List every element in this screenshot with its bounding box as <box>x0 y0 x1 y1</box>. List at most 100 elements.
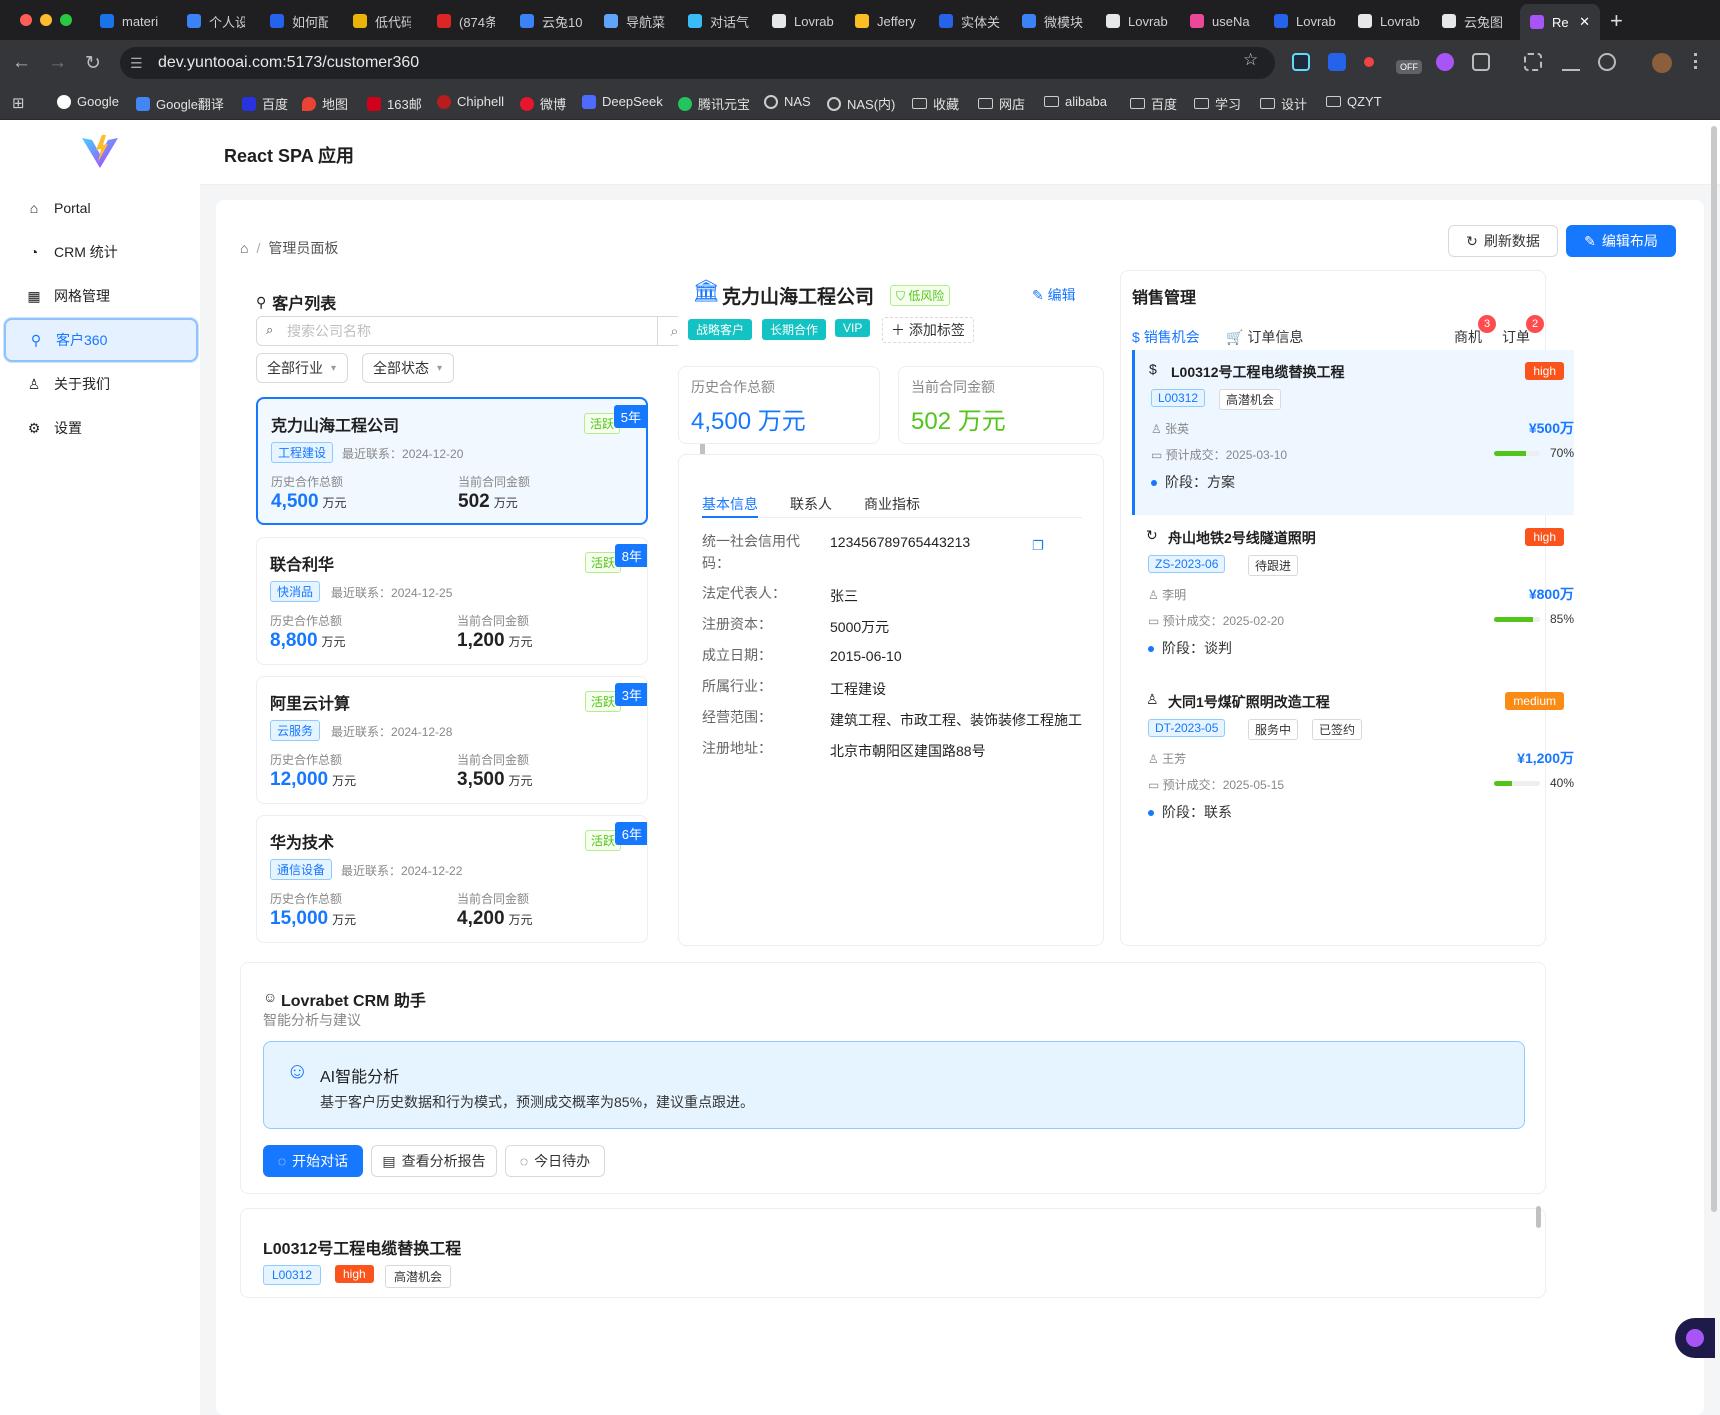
opportunity-item[interactable]: $ L00312号工程电缆替换工程 high L00312 高潜机会 ♙ 张英 ¥5… <box>1132 350 1574 515</box>
apps-grid-icon[interactable]: ⊞ <box>12 94 25 112</box>
progress-bar <box>1494 617 1540 622</box>
bookmark-folder[interactable]: 网店 <box>978 94 1025 113</box>
profile-avatar-icon[interactable] <box>1652 53 1672 73</box>
opportunity-item[interactable]: ♙ 大同1号煤矿照明改造工程 medium DT-2023-05 服务中 已签约 ♙ … <box>1132 680 1574 845</box>
site-settings-icon[interactable]: ☰ <box>130 55 143 72</box>
page-scrollbar[interactable] <box>1536 1206 1541 1228</box>
puzzle-icon[interactable] <box>1472 53 1490 71</box>
browser-tab[interactable]: 云兔10 <box>520 9 582 33</box>
browser-tab[interactable]: 低代码 <box>353 9 411 33</box>
bookmark-folder[interactable]: 设计 <box>1260 94 1307 113</box>
browser-tab[interactable]: 微模块 <box>1022 9 1084 33</box>
browser-tab[interactable]: useNa <box>1190 9 1252 33</box>
bookmark-item[interactable]: 腾讯元宝 <box>678 94 750 113</box>
floating-assistant-button[interactable] <box>1675 1318 1715 1358</box>
bookmark-item[interactable]: 百度 <box>242 94 288 113</box>
refresh-data-button[interactable]: ↻ 刷新数据 <box>1448 225 1558 257</box>
tab-opportunities[interactable]: $ 销售机会 <box>1132 327 1200 347</box>
customer-card[interactable]: 阿里云计算 云服务 最近联系：2024-12-28 历史合作总额 当前合同金额 … <box>256 676 648 804</box>
menu-item-portal[interactable]: ⌂ Portal <box>4 188 198 228</box>
extension-off-badge[interactable]: OFF <box>1396 60 1422 74</box>
download-icon[interactable] <box>1562 53 1580 71</box>
browser-tab[interactable]: 实体关 <box>939 9 1001 33</box>
back-icon[interactable]: ← <box>12 52 31 74</box>
view-report-button[interactable]: ▤ 查看分析报告 <box>371 1145 497 1177</box>
browser-tab[interactable]: 云兔图 <box>1442 9 1504 33</box>
menu-item-about[interactable]: ♙ 关于我们 <box>4 364 198 404</box>
expected-close: ▭ 预计成交：2025-03-10 <box>1151 448 1288 462</box>
reload-icon[interactable]: ↻ <box>85 52 101 75</box>
status-filter-select[interactable]: 全部状态 ▾ <box>362 353 454 383</box>
browser-tab-active[interactable]: Re ✕ <box>1520 4 1600 40</box>
customer-card[interactable]: 联合利华 快消品 最近联系：2024-12-25 历史合作总额 当前合同金额 8… <box>256 537 648 665</box>
menu-item-grid[interactable]: ▦ 网格管理 <box>4 276 198 316</box>
bookmark-folder[interactable]: QZYT <box>1326 94 1382 109</box>
browser-tab[interactable]: 导航菜 <box>604 9 666 33</box>
bookmark-item[interactable]: Google翻译 <box>136 94 224 113</box>
edit-layout-button[interactable]: ✎ 编辑布局 <box>1566 225 1676 257</box>
new-tab-button[interactable]: + <box>1610 8 1623 34</box>
bookmark-item[interactable]: 163邮 <box>367 94 422 113</box>
customer-card[interactable]: 克力山海工程公司 工程建设 最近联系：2024-12-20 历史合作总额 当前合… <box>256 397 648 525</box>
tab-business-metrics[interactable]: 商业指标 <box>864 494 920 514</box>
today-todo-button[interactable]: ◌ 今日待办 <box>505 1145 605 1177</box>
industry-filter-select[interactable]: 全部行业 ▾ <box>256 353 348 383</box>
browser-tab[interactable]: Lovrab <box>1274 9 1336 33</box>
menu-item-settings[interactable]: ⚙ 设置 <box>4 408 198 448</box>
browser-tab[interactable]: Lovrab <box>1358 9 1420 33</box>
bookmark-item[interactable]: DeepSeek <box>582 94 663 109</box>
tab-orders-right[interactable]: 订单 <box>1502 327 1530 347</box>
add-tag-button[interactable]: ＋ 添加标签 <box>882 317 974 343</box>
bookmark-item[interactable]: NAS(内) <box>827 94 895 113</box>
start-chat-button[interactable]: ◌ 开始对话 <box>263 1145 363 1177</box>
close-window-button[interactable] <box>20 14 32 26</box>
bookmark-item[interactable]: 地图 <box>302 94 348 113</box>
bookmark-folder[interactable]: 收藏 <box>912 94 959 113</box>
app-header: React SPA 应用 <box>200 120 1720 185</box>
extension-icon[interactable] <box>1364 57 1374 67</box>
browser-menu-icon[interactable] <box>1694 53 1698 69</box>
minimize-window-button[interactable] <box>40 14 52 26</box>
bookmark-folder[interactable]: 百度 <box>1130 94 1177 113</box>
extension-icon[interactable] <box>1328 53 1346 71</box>
tab-orders[interactable]: 🛒 订单信息 <box>1226 327 1303 347</box>
browser-tab[interactable]: Lovrab <box>1106 9 1168 33</box>
browser-tab[interactable]: materi <box>100 9 162 33</box>
browser-tab[interactable]: 对话气 <box>688 9 750 33</box>
folder-icon <box>1260 98 1275 109</box>
tab-contacts[interactable]: 联系人 <box>790 494 832 514</box>
maximize-window-button[interactable] <box>60 14 72 26</box>
bookmark-item[interactable]: Google <box>57 94 119 109</box>
browser-tab[interactable]: 个人设 <box>187 9 245 33</box>
extension-icon[interactable] <box>1598 53 1616 71</box>
search-input[interactable]: ⌕ 搜索公司名称 ⌕ <box>256 316 692 346</box>
browser-tab[interactable]: 如何配 <box>270 9 328 33</box>
bookmark-item[interactable]: NAS <box>764 94 811 109</box>
home-icon[interactable]: ⌂ <box>240 240 248 256</box>
menu-item-customer360[interactable]: ⚲ 客户360 <box>4 318 198 362</box>
bookmark-item[interactable]: Chiphell <box>437 94 504 109</box>
extension-icon[interactable] <box>1436 53 1454 71</box>
tab-basic-info[interactable]: 基本信息 <box>702 494 758 514</box>
copy-icon[interactable]: ❐ <box>1032 538 1044 554</box>
react-devtools-icon[interactable] <box>1292 53 1310 71</box>
customer-card[interactable]: 华为技术 通信设备 最近联系：2024-12-22 历史合作总额 当前合同金额 … <box>256 815 648 943</box>
window-scrollbar[interactable] <box>1711 126 1717 1212</box>
orders-count-badge: 2 <box>1526 315 1544 333</box>
menu-item-crm-stats[interactable]: ◔ CRM 统计 <box>4 232 198 272</box>
forward-icon[interactable]: → <box>48 52 67 74</box>
bookmark-folder[interactable]: alibaba <box>1044 94 1107 109</box>
bookmark-item[interactable]: 微博 <box>520 94 566 113</box>
url-input[interactable]: dev.yuntooai.com:5173/customer360 <box>120 47 1275 79</box>
tab-leads[interactable]: 商机 <box>1454 327 1482 347</box>
browser-tab[interactable]: Lovrab <box>772 9 834 33</box>
bookmark-star-icon[interactable]: ☆ <box>1243 50 1258 70</box>
close-tab-icon[interactable]: ✕ <box>1579 14 1590 30</box>
browser-tab[interactable]: Jeffery <box>855 9 917 33</box>
opportunity-item[interactable]: ↻ 舟山地铁2号线隧道照明 high ZS-2023-06 待跟进 ♙ 李明 ¥80… <box>1132 516 1574 681</box>
bookmark-folder[interactable]: 学习 <box>1194 94 1241 113</box>
edit-company-button[interactable]: ✎ 编辑 <box>1032 285 1076 305</box>
qr-icon[interactable] <box>1524 53 1542 71</box>
breadcrumb-item[interactable]: 管理员面板 <box>268 238 338 258</box>
browser-tab[interactable]: (874条 <box>437 9 495 33</box>
